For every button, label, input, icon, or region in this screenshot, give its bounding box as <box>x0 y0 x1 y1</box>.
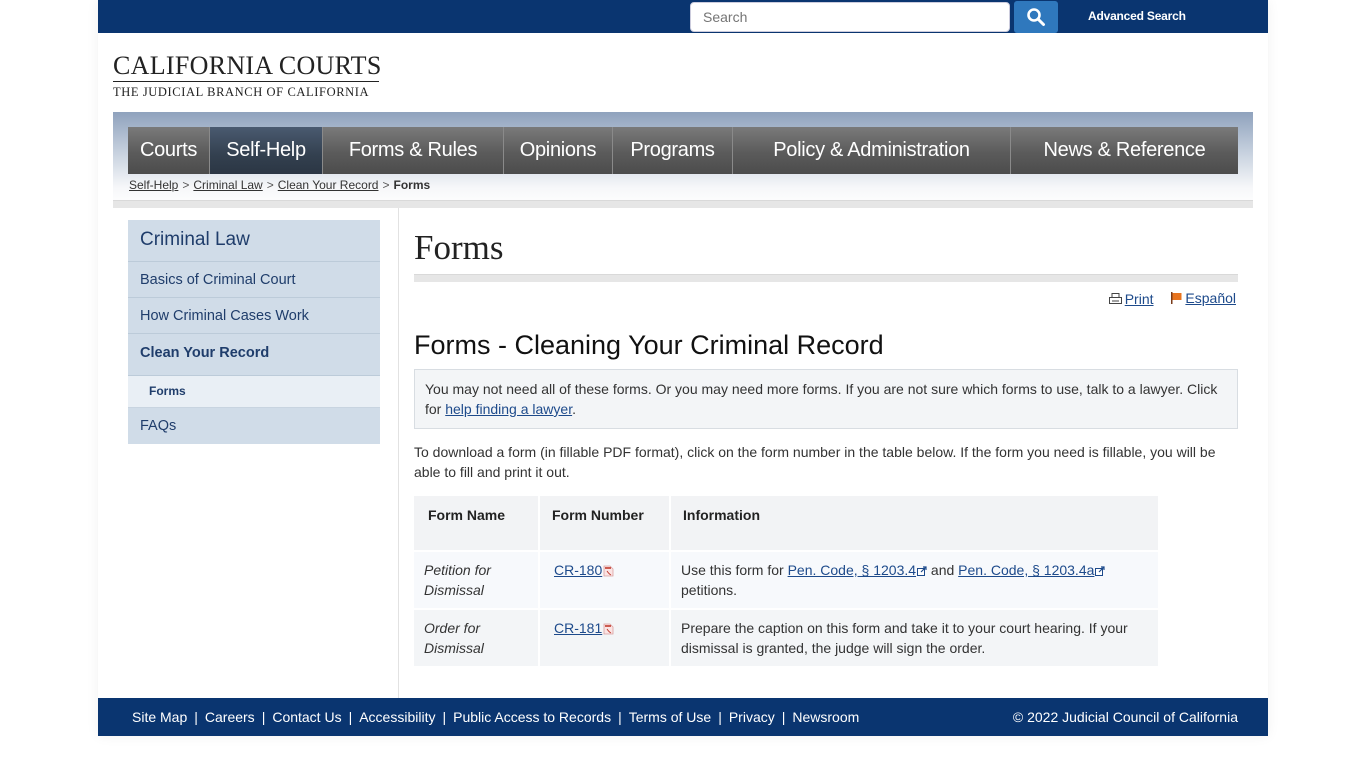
sidebar-heading-criminal-law[interactable]: Criminal Law <box>128 220 380 262</box>
footer-separator: | <box>194 709 198 725</box>
form-number-cell: CR-180 <box>540 552 669 608</box>
footer-separator: | <box>718 709 722 725</box>
print-link[interactable]: Print <box>1125 291 1154 307</box>
form-number-cell: CR-181 <box>540 610 669 666</box>
form-name-cell: Petition for Dismissal <box>414 552 538 608</box>
breadcrumb-current: Forms <box>393 178 431 192</box>
nav-item-self-help[interactable]: Self-Help <box>210 127 323 174</box>
intro-text: To download a form (in fillable PDF form… <box>414 444 1216 480</box>
sidebar-item-clean-your-record[interactable]: Clean Your Record <box>128 334 380 376</box>
breadcrumb-separator: > <box>182 178 190 192</box>
footer-link-site-map[interactable]: Site Map <box>132 709 187 725</box>
notice-box: You may not need all of these forms. Or … <box>414 369 1238 429</box>
main-nav: Courts Self-Help Forms & Rules Opinions … <box>128 127 1238 174</box>
copyright: © 2022 Judicial Council of California <box>1012 709 1238 725</box>
search-button[interactable] <box>1014 1 1058 33</box>
breadcrumb-clean-your-record[interactable]: Clean Your Record <box>278 178 379 192</box>
table-header-row: Form Name Form Number Information <box>414 496 1158 550</box>
sidebar-item-faqs[interactable]: FAQs <box>128 408 380 444</box>
pen-code-1203-4a-link[interactable]: Pen. Code, § 1203.4a <box>958 562 1094 578</box>
header-form-number: Form Number <box>540 496 669 550</box>
pdf-icon <box>603 565 614 577</box>
forms-table: Form Name Form Number Information Petiti… <box>412 494 1160 668</box>
form-cr-181-link[interactable]: CR-181 <box>554 620 602 636</box>
breadcrumb: Self-Help > Criminal Law > Clean Your Record… <box>129 178 430 192</box>
footer-link-careers[interactable]: Careers <box>205 709 255 725</box>
pdf-icon <box>603 623 614 635</box>
nav-item-forms-rules[interactable]: Forms & Rules <box>323 127 504 174</box>
page-tools: Print Español <box>414 282 1238 308</box>
nav-item-opinions[interactable]: Opinions <box>504 127 613 174</box>
print-tool[interactable]: Print <box>1108 291 1154 307</box>
footer-link-contact-us[interactable]: Contact Us <box>272 709 341 725</box>
footer-separator: | <box>618 709 622 725</box>
footer-separator: | <box>261 709 266 725</box>
breadcrumb-separator: > <box>266 178 274 192</box>
information-cell: Prepare the caption on this form and tak… <box>671 610 1158 666</box>
nav-band: Courts Self-Help Forms & Rules Opinions … <box>113 112 1253 206</box>
table-row: Order for Dismissal CR-181 Prepare the c… <box>414 610 1158 666</box>
external-link-icon <box>1095 566 1106 577</box>
nav-item-policy-administration[interactable]: Policy & Administration <box>733 127 1011 174</box>
search-icon <box>1027 8 1045 26</box>
page-title: Forms <box>414 228 504 267</box>
breadcrumb-criminal-law[interactable]: Criminal Law <box>193 178 262 192</box>
external-link-icon <box>917 566 927 577</box>
advanced-search-link[interactable]: Advanced Search <box>1088 9 1186 23</box>
information-cell: Use this form for Pen. Code, § 1203.4 an… <box>671 552 1158 608</box>
sidebar-item-how-cases-work[interactable]: How Criminal Cases Work <box>128 298 380 334</box>
help-finding-lawyer-link[interactable]: help finding a lawyer <box>445 401 572 417</box>
title-divider <box>414 274 1238 282</box>
nav-item-news-reference[interactable]: News & Reference <box>1011 127 1238 174</box>
main-content: Forms Print Español Forms - Cleaning You… <box>414 220 1238 668</box>
footer-link-newsroom[interactable]: Newsroom <box>792 709 859 725</box>
footer-separator: | <box>781 709 786 725</box>
footer-link-privacy[interactable]: Privacy <box>729 709 775 725</box>
section-title: Forms - Cleaning Your Criminal Record <box>414 330 884 360</box>
header-form-name: Form Name <box>414 496 538 550</box>
espanol-link[interactable]: Español <box>1185 290 1236 306</box>
pen-code-1203-4-link[interactable]: Pen. Code, § 1203.4 <box>788 562 916 578</box>
flag-icon <box>1171 292 1182 304</box>
header-information: Information <box>671 496 1158 550</box>
espanol-tool[interactable]: Español <box>1171 290 1236 306</box>
info-text: petitions. <box>681 582 738 598</box>
info-text: Use this form for <box>681 562 788 578</box>
nav-item-programs[interactable]: Programs <box>613 127 733 174</box>
top-bar: Advanced Search <box>98 0 1268 33</box>
search-input[interactable] <box>690 2 1010 32</box>
notice-end: . <box>572 401 576 417</box>
header-divider <box>113 200 1253 208</box>
footer-link-accessibility[interactable]: Accessibility <box>359 709 435 725</box>
sidebar-nav: Criminal Law Basics of Criminal Court Ho… <box>128 220 380 444</box>
info-text: and <box>927 562 959 578</box>
table-row: Petition for Dismissal CR-180 Use this f… <box>414 552 1158 608</box>
sidebar-item-basics[interactable]: Basics of Criminal Court <box>128 262 380 298</box>
footer-separator: | <box>442 709 447 725</box>
breadcrumb-self-help[interactable]: Self-Help <box>129 178 178 192</box>
form-cr-180-link[interactable]: CR-180 <box>554 562 602 578</box>
footer-link-terms-of-use[interactable]: Terms of Use <box>629 709 711 725</box>
page-container: Advanced Search CALIFORNIA COURTS THE JU… <box>98 0 1268 736</box>
footer: Site Map | Careers | Contact Us | Accessibilit… <box>98 698 1268 736</box>
logo-title: CALIFORNIA COURTS <box>113 51 382 82</box>
site-logo[interactable]: CALIFORNIA COURTS THE JUDICIAL BRANCH OF… <box>113 51 382 100</box>
footer-separator: | <box>348 709 353 725</box>
printer-icon <box>1108 293 1122 304</box>
footer-link-public-access[interactable]: Public Access to Records <box>453 709 611 725</box>
column-divider <box>398 208 399 698</box>
logo-subtitle: THE JUDICIAL BRANCH OF CALIFORNIA <box>113 85 370 99</box>
nav-item-courts[interactable]: Courts <box>128 127 210 174</box>
breadcrumb-separator: > <box>382 178 390 192</box>
footer-links: Site Map | Careers | Contact Us | Accessibilit… <box>132 709 859 725</box>
form-name-cell: Order for Dismissal <box>414 610 538 666</box>
sidebar-subitem-forms[interactable]: Forms <box>128 376 380 408</box>
